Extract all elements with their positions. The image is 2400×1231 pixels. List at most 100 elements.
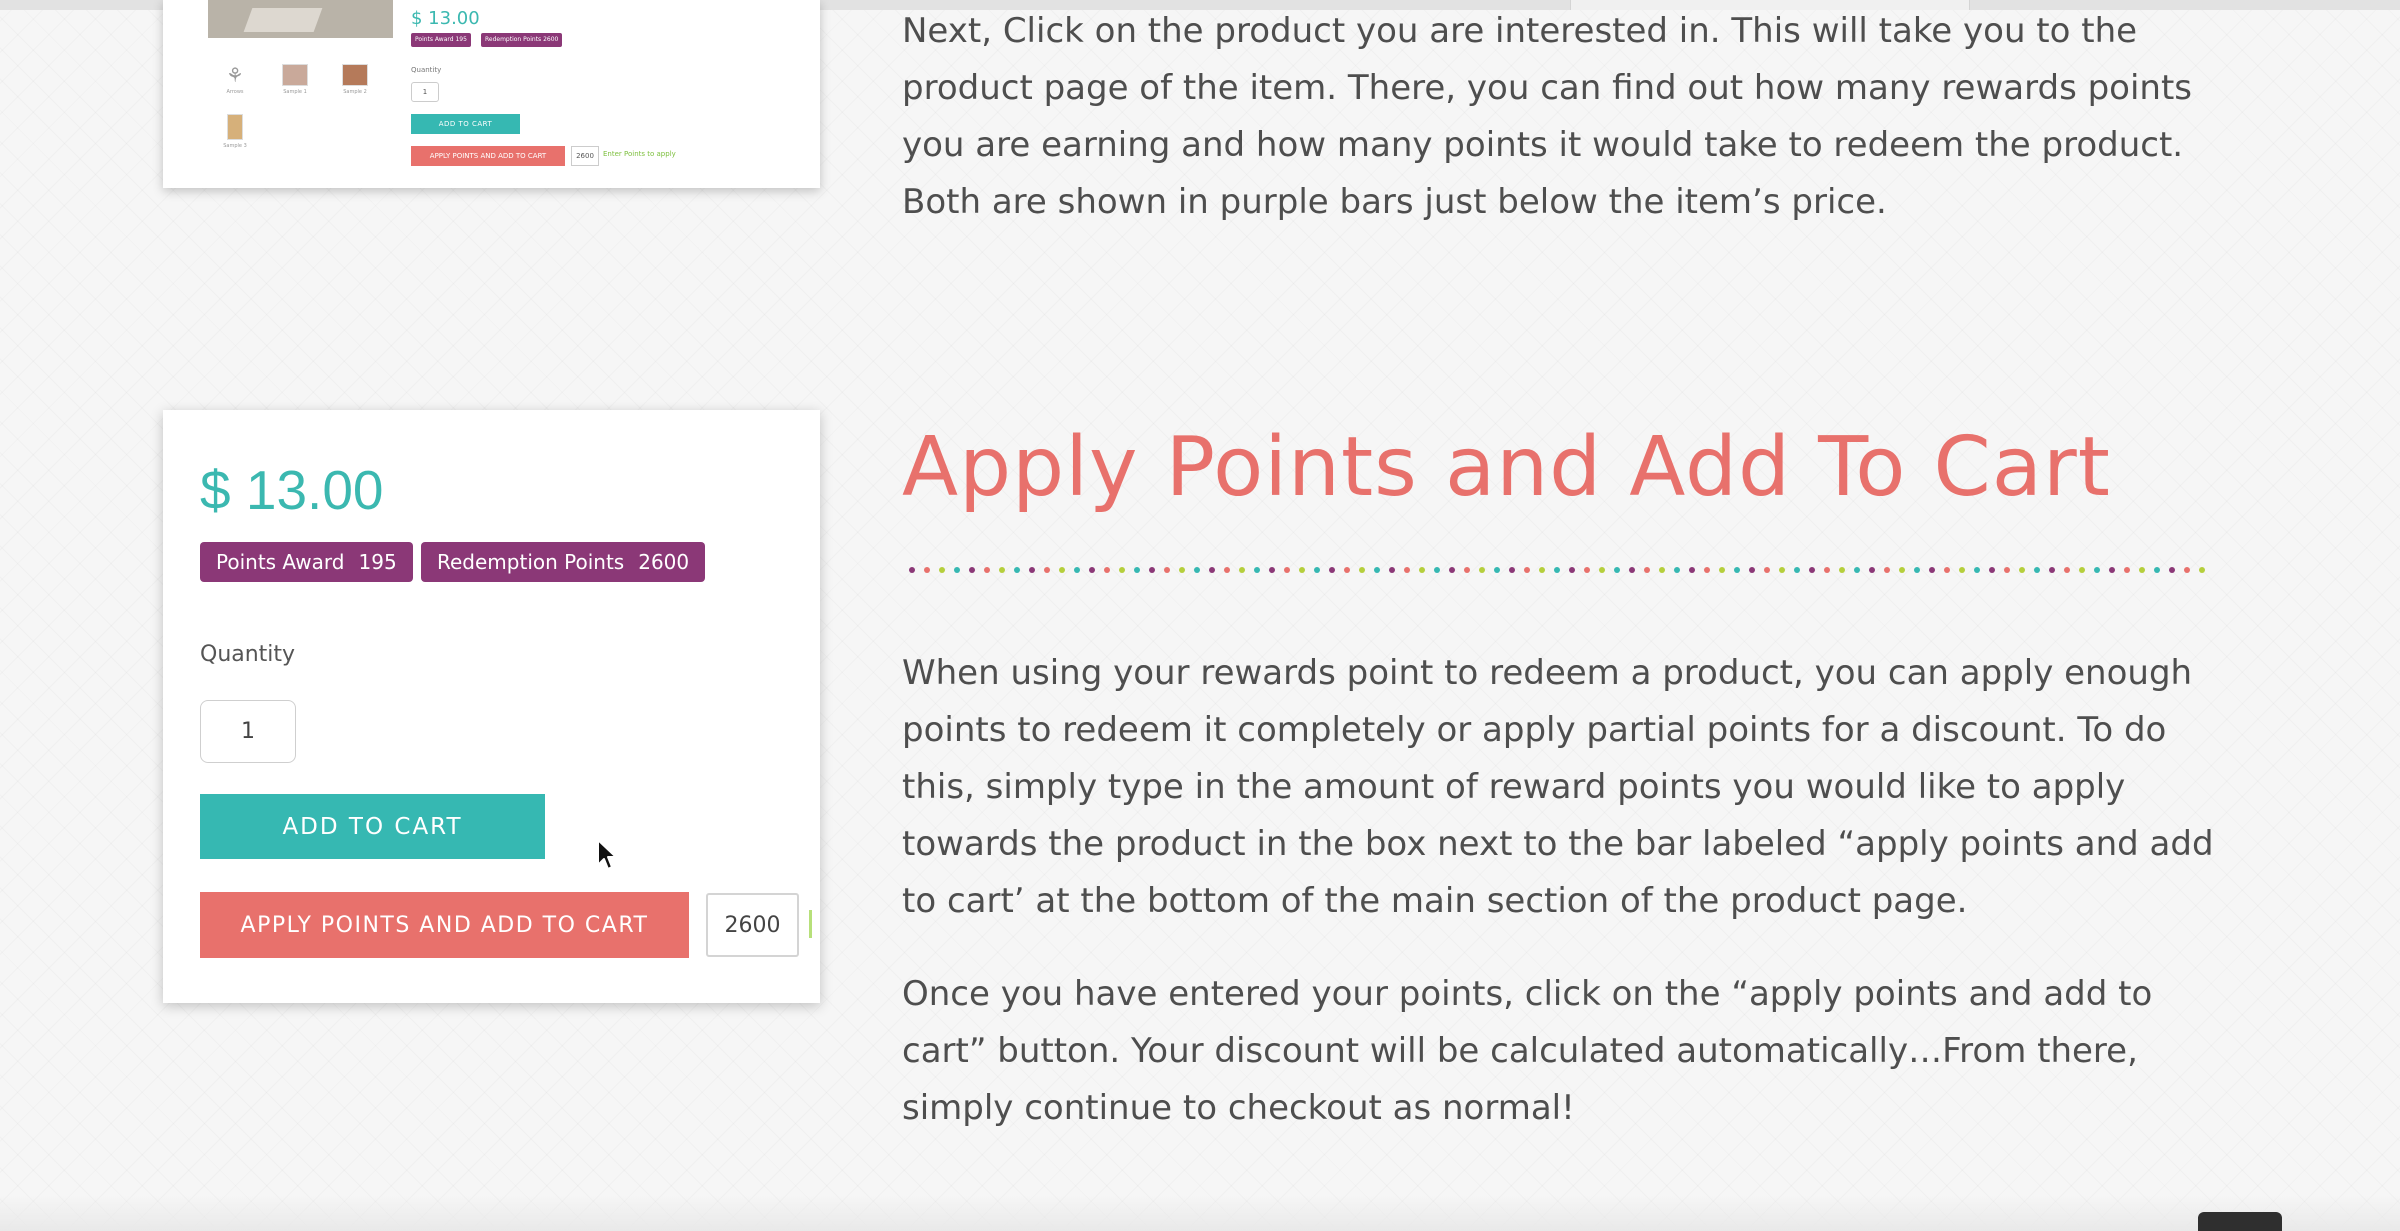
divider-dot xyxy=(1329,567,1335,573)
divider-dot xyxy=(1584,567,1590,573)
thumbnail-arrows[interactable]: Arrows xyxy=(221,64,249,95)
thumbnail-sample-3[interactable]: Sample 3 xyxy=(221,114,249,149)
mouse-cursor-icon xyxy=(597,839,617,870)
redemption-points-value: 2600 xyxy=(638,550,690,574)
points-award-value: 195 xyxy=(358,550,397,574)
product-card: $ 13.00 Points Award 195 Redemption Point… xyxy=(163,410,820,1003)
divider-dot xyxy=(2184,567,2190,573)
thumbnail-sample-2[interactable]: Sample 2 xyxy=(341,64,369,95)
apply-points-and-add-to-cart-button[interactable]: APPLY POINTS AND ADD TO CART xyxy=(200,892,689,958)
section-paragraph-1: When using your rewards point to redeem … xyxy=(902,653,2214,921)
divider-dot xyxy=(1224,567,1230,573)
divider-dot xyxy=(1089,567,1095,573)
divider-dot xyxy=(1434,567,1440,573)
divider-dot xyxy=(1269,567,1275,573)
divider-dot xyxy=(1794,567,1800,573)
divider-dot xyxy=(1704,567,1710,573)
divider-dot xyxy=(1839,567,1845,573)
mini-price: $ 13.00 xyxy=(411,8,480,29)
points-award-badge: Points Award 195 xyxy=(200,542,413,582)
divider-dot xyxy=(1899,567,1905,573)
divider-dot xyxy=(1749,567,1755,573)
thumbnail-caption: Arrows xyxy=(226,89,244,95)
divider-dot xyxy=(1989,567,1995,573)
sample-1-thumbnail-image xyxy=(282,64,308,86)
divider-dot xyxy=(1389,567,1395,573)
section-paragraph-2: Once you have entered your points, click… xyxy=(902,974,2153,1128)
quantity-label: Quantity xyxy=(200,642,296,667)
divider-dot xyxy=(909,567,915,573)
divider-dot xyxy=(939,567,945,573)
divider-dot xyxy=(1764,567,1770,573)
thumbnail-caption: Sample 1 xyxy=(283,89,307,95)
divider-dot xyxy=(999,567,1005,573)
mini-redemption-badge: Redemption Points 2600 xyxy=(481,33,563,47)
divider-dot xyxy=(2124,567,2130,573)
divider-dot xyxy=(954,567,960,573)
divider-dot xyxy=(1569,567,1575,573)
divider-dot xyxy=(1509,567,1515,573)
divider-dot xyxy=(1179,567,1185,573)
mini-points-hint: Enter Points to apply xyxy=(603,150,676,158)
mini-apply-points-button: APPLY POINTS AND ADD TO CART xyxy=(411,146,565,166)
divider-dot xyxy=(1959,567,1965,573)
divider-dot xyxy=(1614,567,1620,573)
divider-dot xyxy=(1659,567,1665,573)
divider-dot xyxy=(1134,567,1140,573)
divider-dot xyxy=(2064,567,2070,573)
divider-dot xyxy=(1044,567,1050,573)
divider-dot xyxy=(2139,567,2145,573)
sample-2-thumbnail-image xyxy=(342,64,368,86)
divider-dot xyxy=(1299,567,1305,573)
divider-dot xyxy=(1854,567,1860,573)
divider-dot xyxy=(1374,567,1380,573)
quantity-input[interactable] xyxy=(200,700,296,763)
points-input[interactable] xyxy=(706,893,799,957)
divider-dot xyxy=(2049,567,2055,573)
add-to-cart-button[interactable]: ADD TO CART xyxy=(200,794,545,859)
divider-dot xyxy=(2079,567,2085,573)
divider-dot xyxy=(1404,567,1410,573)
divider-dot xyxy=(1194,567,1200,573)
divider-dot xyxy=(1344,567,1350,573)
divider-dot xyxy=(1974,567,1980,573)
divider-dot xyxy=(1599,567,1605,573)
divider-dot xyxy=(2199,567,2205,573)
divider-dot xyxy=(1029,567,1035,573)
divider-dot xyxy=(924,567,930,573)
points-hint-cutoff xyxy=(809,910,812,938)
divider-dot xyxy=(1494,567,1500,573)
thumbnail-caption: Sample 3 xyxy=(223,143,247,149)
intro-paragraph: Next, Click on the product you are inter… xyxy=(902,11,2193,222)
divider-dot xyxy=(1419,567,1425,573)
divider-dot xyxy=(1824,567,1830,573)
divider-dot xyxy=(1539,567,1545,573)
divider-dot xyxy=(1644,567,1650,573)
divider-dot xyxy=(1119,567,1125,573)
thumbnail-sample-1[interactable]: Sample 1 xyxy=(281,64,309,95)
mini-points-field: 2600 xyxy=(571,146,599,166)
divider-dot xyxy=(1809,567,1815,573)
divider-dot xyxy=(984,567,990,573)
divider-dot xyxy=(1074,567,1080,573)
sample-3-thumbnail-image xyxy=(227,114,243,140)
divider-dot xyxy=(2154,567,2160,573)
mini-add-to-cart-button: ADD TO CART xyxy=(411,114,520,134)
divider-dot xyxy=(1734,567,1740,573)
chat-widget-tab[interactable] xyxy=(2198,1212,2282,1231)
divider-dot xyxy=(969,567,975,573)
divider-dot xyxy=(2094,567,2100,573)
divider-dot xyxy=(1629,567,1635,573)
mini-quantity-field: 1 xyxy=(411,82,439,102)
redemption-points-badge: Redemption Points 2600 xyxy=(421,542,706,582)
divider-dot xyxy=(1719,567,1725,573)
product-main-image xyxy=(208,0,393,38)
divider-dot xyxy=(1914,567,1920,573)
mini-quantity-label: Quantity xyxy=(411,66,442,74)
section-heading: Apply Points and Add To Cart xyxy=(902,420,2111,515)
divider-dot xyxy=(1254,567,1260,573)
divider-dot xyxy=(1449,567,1455,573)
arrows-thumbnail-image xyxy=(222,64,248,86)
divider-dot xyxy=(1464,567,1470,573)
divider-dot xyxy=(1209,567,1215,573)
